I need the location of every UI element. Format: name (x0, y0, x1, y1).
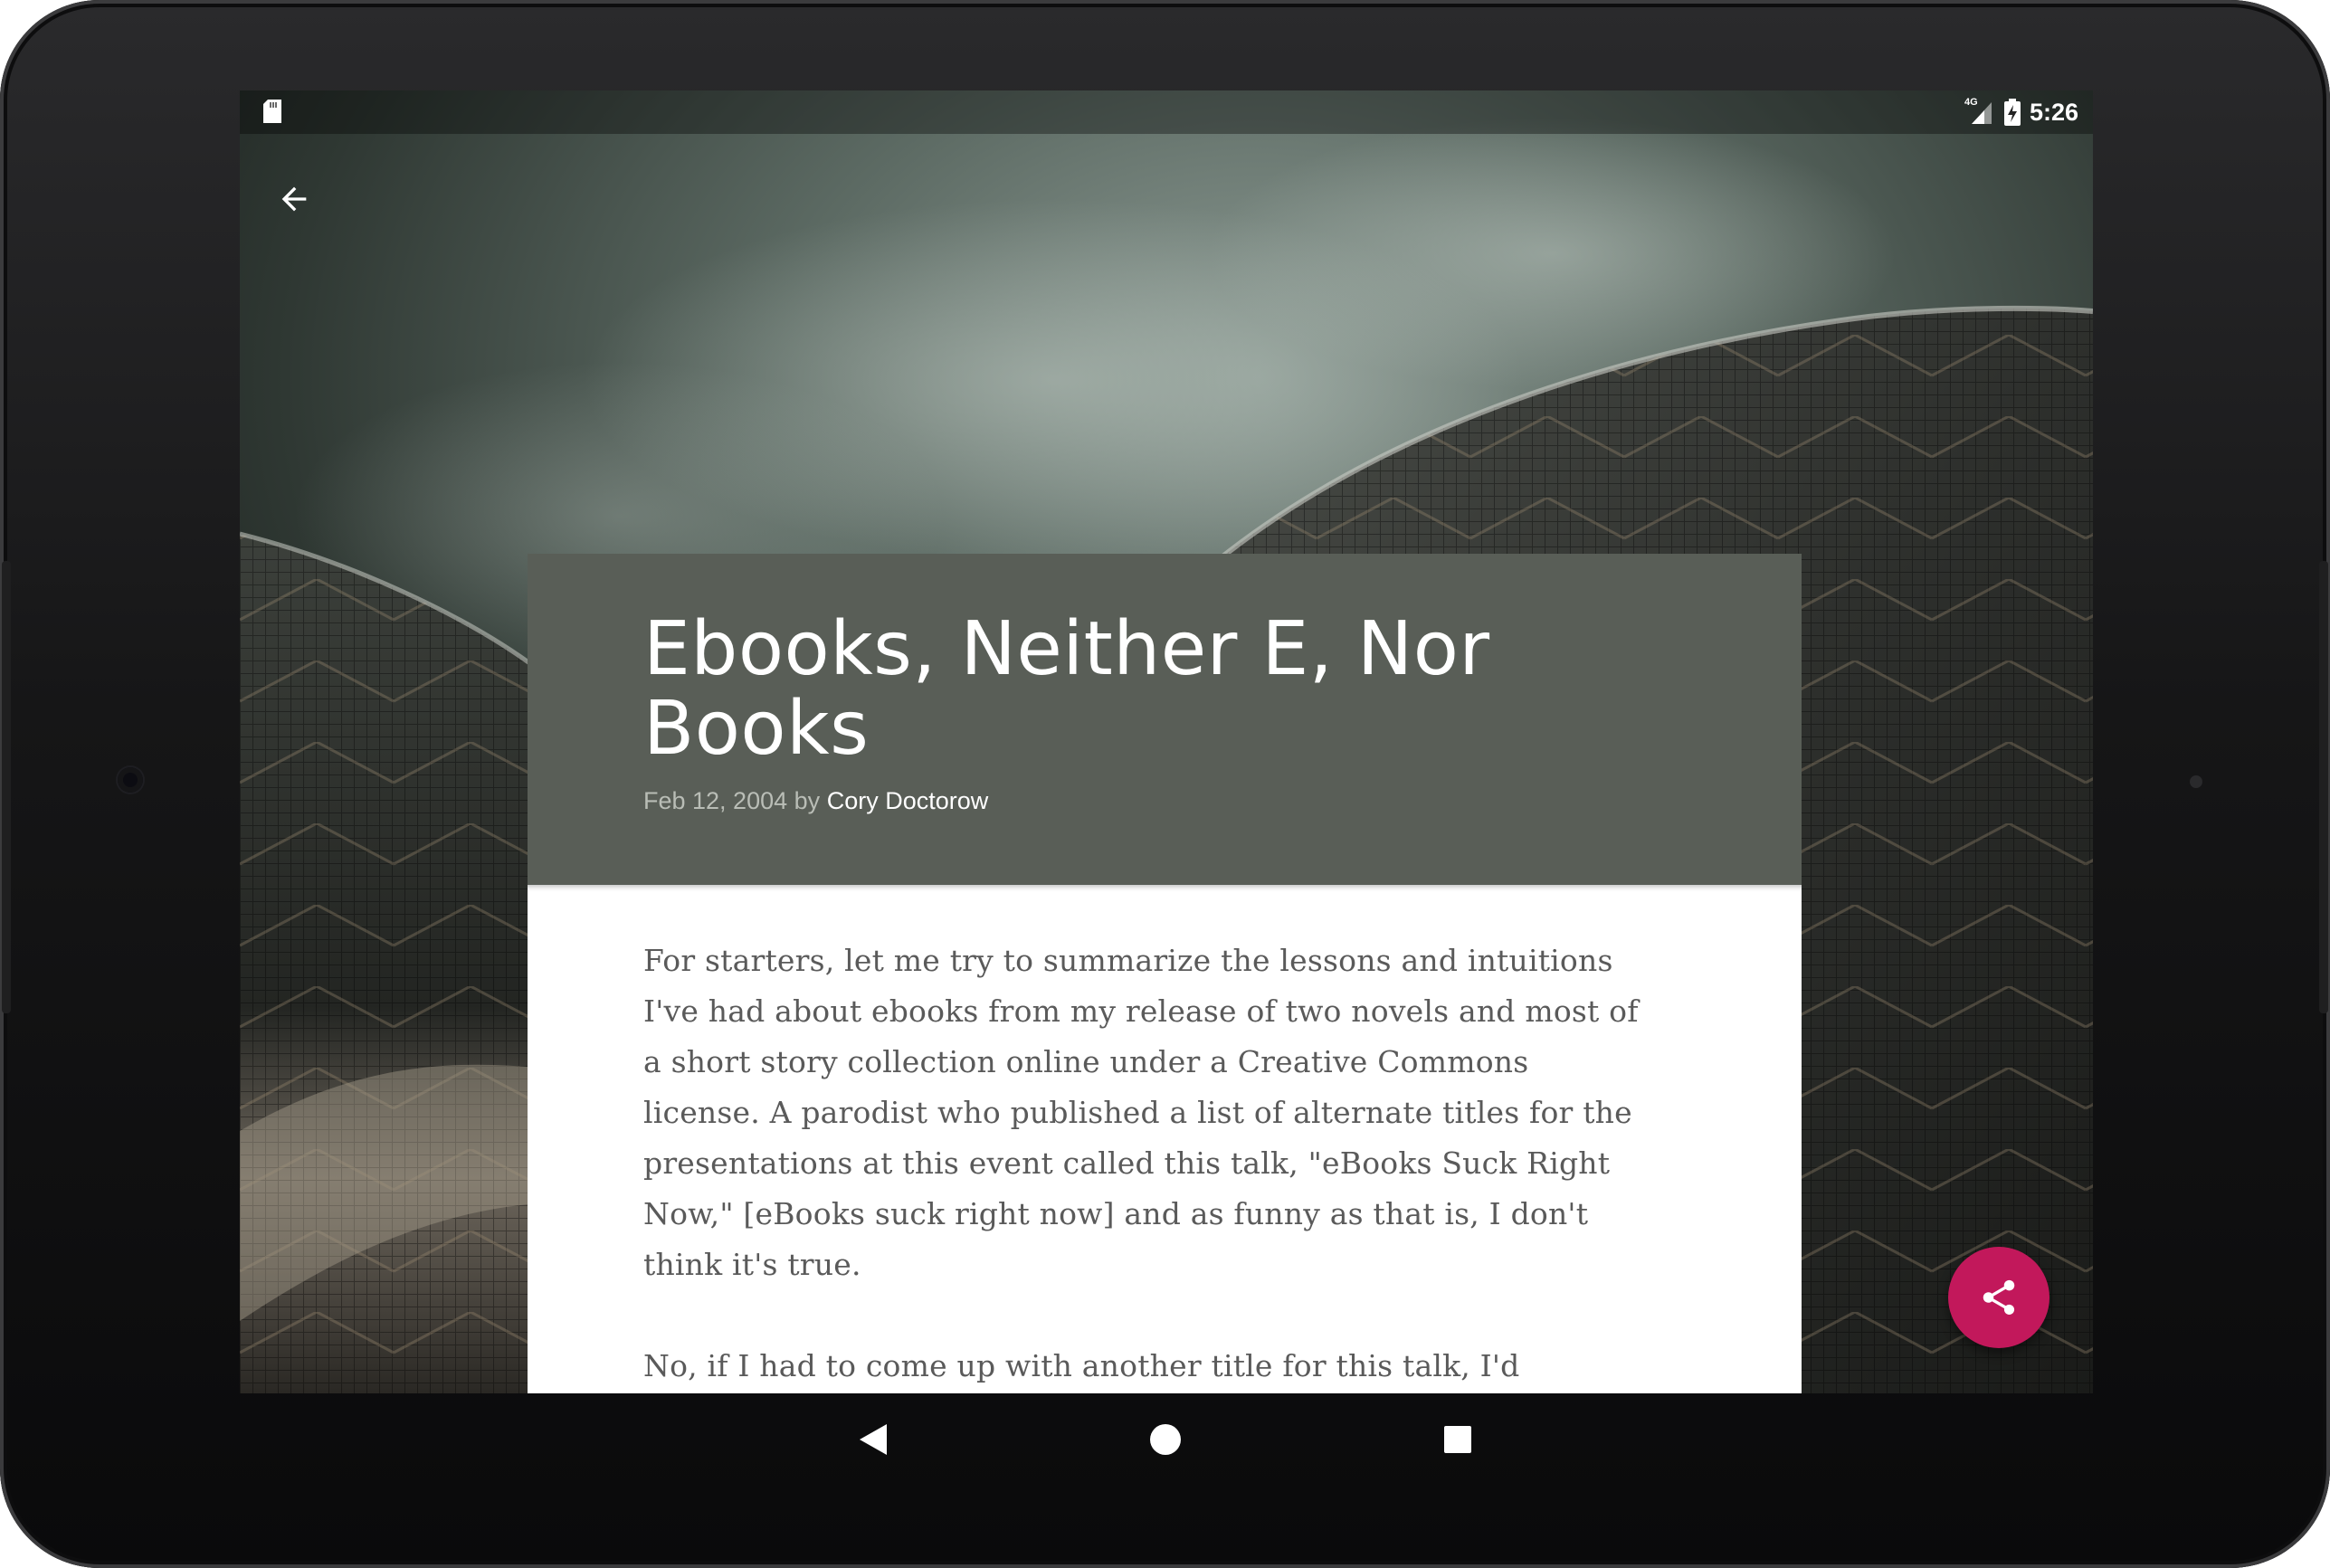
arrow-back-icon (281, 186, 307, 212)
cell-signal-icon: 4G (1964, 97, 1995, 126)
nav-home-icon (1150, 1424, 1181, 1455)
status-time: 5:26 (2029, 98, 2078, 126)
screen: 4G 5:26 Ebooks, Neither E, Nor Books Feb… (240, 90, 2093, 1393)
byline-by: by (794, 787, 821, 814)
article-header: Ebooks, Neither E, Nor Books Feb 12, 200… (528, 554, 1802, 885)
battery-charging-icon (2003, 99, 2021, 126)
right-side-button (2319, 561, 2328, 1013)
sensor-dot (2190, 775, 2202, 788)
front-camera (118, 767, 143, 793)
nav-recents-button[interactable] (1417, 1408, 1498, 1471)
nav-back-button[interactable] (832, 1408, 914, 1471)
share-icon (1983, 1279, 2015, 1316)
article-paragraph: No, if I had to come up with another tit… (643, 1348, 1520, 1383)
sd-card-icon (263, 100, 281, 123)
left-side-button (2, 561, 11, 1013)
back-button[interactable] (258, 163, 330, 235)
status-bar: 4G 5:26 (240, 90, 2093, 134)
article-body: For starters, let me try to summarize th… (528, 885, 1802, 1393)
article-paragraph: For starters, let me try to summarize th… (643, 943, 1639, 1282)
nav-back-icon (860, 1424, 887, 1455)
article-title: Ebooks, Neither E, Nor Books (643, 606, 1490, 772)
nav-recents-icon (1444, 1426, 1471, 1453)
article-author[interactable]: Cory Doctorow (827, 787, 989, 814)
article-byline: Feb 12, 2004 by Cory Doctorow (643, 787, 1686, 815)
network-type-label: 4G (1964, 97, 1978, 108)
article-date: Feb 12, 2004 (643, 787, 788, 814)
share-button[interactable] (1948, 1247, 2049, 1348)
nav-home-button[interactable] (1125, 1408, 1206, 1471)
